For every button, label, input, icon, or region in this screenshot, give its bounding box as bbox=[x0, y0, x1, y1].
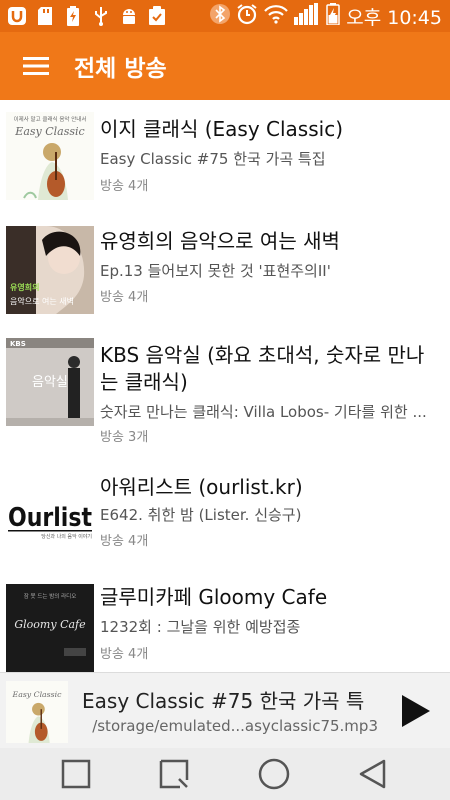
play-icon[interactable] bbox=[396, 691, 436, 731]
page-title: 전체 방송 bbox=[74, 56, 167, 82]
sd-card-icon bbox=[34, 5, 56, 27]
artwork-logo: Easy Classic bbox=[12, 690, 63, 699]
usb-icon bbox=[90, 5, 112, 27]
podcast-artwork: KBS 음악실 bbox=[6, 338, 94, 426]
capture-icon[interactable] bbox=[154, 754, 194, 794]
podcast-title: 아워리스트 (ourlist.kr) bbox=[100, 475, 303, 499]
artwork-title: 음악실 bbox=[32, 375, 68, 390]
list-item[interactable]: 유영희의 음악으로 여는 새벽 유영희의 음악으로 여는 새벽 Ep.13 들어… bbox=[0, 218, 450, 328]
episode-count: 방송 4개 bbox=[100, 290, 149, 305]
artwork-host: 유영희의 bbox=[10, 282, 39, 292]
back-icon[interactable] bbox=[352, 754, 392, 794]
navigation-bar bbox=[0, 748, 450, 800]
podcast-list: 이제사 말고 클래식 음악 안내서 Easy Classic 이지 클래식 (E… bbox=[0, 100, 450, 672]
podcast-title: 유영희의 음악으로 여는 새벽 bbox=[100, 229, 340, 253]
artwork-caption: 이제사 말고 클래식 음악 안내서 bbox=[14, 115, 87, 123]
artwork-caption: 잠 못 드는 밤의 라디오 bbox=[24, 592, 77, 600]
bluetooth-icon bbox=[210, 3, 231, 29]
podcast-title: 이지 클래식 (Easy Classic) bbox=[100, 117, 343, 141]
episode-count: 방송 4개 bbox=[100, 179, 149, 194]
podcast-title: 글루미카페 Gloomy Cafe bbox=[100, 585, 328, 609]
podcast-artwork: 잠 못 드는 밤의 라디오 Gloomy Cafe bbox=[6, 584, 94, 672]
artwork-logo: Ourlist bbox=[8, 503, 92, 533]
wifi-icon bbox=[264, 4, 289, 29]
menu-icon[interactable] bbox=[18, 48, 54, 84]
podcast-latest-episode: E642. 취한 밤 (Lister. 신승구) bbox=[100, 506, 302, 524]
download-complete-icon bbox=[146, 5, 168, 27]
signal-icon bbox=[294, 2, 320, 30]
podcast-artwork: 유영희의 음악으로 여는 새벽 bbox=[6, 226, 94, 314]
artwork-caption: 당신과 나의 음악 이야기 bbox=[41, 533, 92, 540]
time-label: 오후 10:45 bbox=[346, 6, 442, 29]
podcast-artwork: Ourlist 당신과 나의 음악 이야기 bbox=[6, 468, 94, 556]
episode-count: 방송 4개 bbox=[100, 534, 149, 549]
alarm-icon bbox=[236, 3, 258, 30]
artwork-caption: 음악으로 여는 새벽 bbox=[10, 296, 74, 306]
list-item[interactable]: 이제사 말고 클래식 음악 안내서 Easy Classic 이지 클래식 (E… bbox=[0, 100, 450, 218]
podcast-latest-episode: Ep.13 들어보지 못한 것 '표현주의II' bbox=[100, 262, 331, 280]
artwork-logo: Gloomy Cafe bbox=[14, 618, 86, 631]
artwork-logo: Easy Classic bbox=[14, 125, 84, 138]
episode-count: 방송 3개 bbox=[100, 430, 149, 445]
battery-charging-icon bbox=[326, 2, 340, 30]
list-item[interactable]: KBS 음악실 KBS 음악실 (화요 초대석, 숫자로 만나는 클래식) 숫자… bbox=[0, 328, 450, 458]
podcast-artwork: 이제사 말고 클래식 음악 안내서 Easy Classic bbox=[6, 112, 94, 200]
mini-player[interactable]: Easy Classic Easy Classic #75 한국 가곡 특 /s… bbox=[0, 672, 450, 749]
now-playing-artwork: Easy Classic bbox=[6, 681, 68, 743]
episode-count: 방송 4개 bbox=[100, 647, 149, 662]
podcast-title: KBS 음악실 (화요 초대석, 숫자로 만나는 클래식) bbox=[100, 343, 425, 394]
podcast-latest-episode: 1232회 : 그날을 위한 예방접종 bbox=[100, 618, 301, 636]
status-bar: 오후 10:45 bbox=[0, 0, 450, 32]
now-playing-title: Easy Classic #75 한국 가곡 특 bbox=[82, 689, 365, 713]
app-bar: 전체 방송 bbox=[0, 32, 450, 100]
artwork-logo: KBS bbox=[10, 340, 26, 348]
list-item[interactable]: Ourlist 당신과 나의 음악 이야기 아워리스트 (ourlist.kr)… bbox=[0, 458, 450, 568]
app-notification-icon bbox=[6, 5, 28, 27]
recent-apps-icon[interactable] bbox=[56, 754, 96, 794]
battery-saver-icon bbox=[62, 5, 84, 27]
android-debug-icon bbox=[118, 5, 140, 27]
home-icon[interactable] bbox=[254, 754, 294, 794]
now-playing-path: /storage/emulated...asyclassic75.mp3 bbox=[92, 717, 378, 735]
podcast-latest-episode: Easy Classic #75 한국 가곡 특집 bbox=[100, 150, 326, 168]
podcast-latest-episode: 숫자로 만나는 클래식: Villa Lobos- 기타를 위한 ... bbox=[100, 403, 427, 421]
list-item[interactable]: 잠 못 드는 밤의 라디오 Gloomy Cafe 글루미카페 Gloomy C… bbox=[0, 568, 450, 672]
